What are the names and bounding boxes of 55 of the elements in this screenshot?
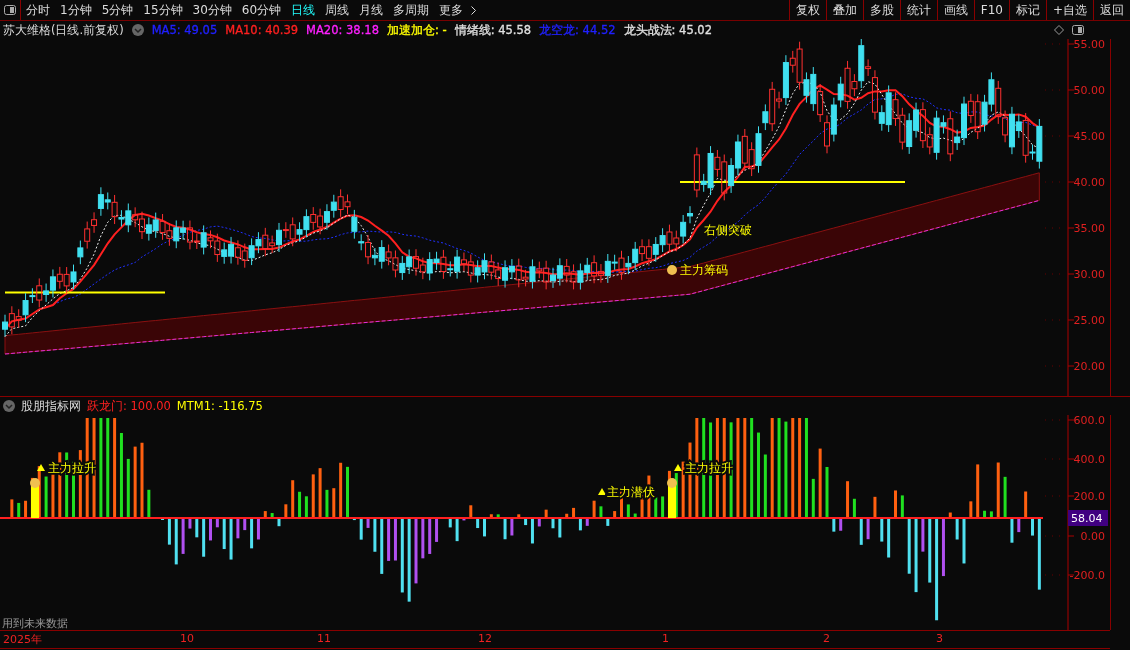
axis-label: -200.0 xyxy=(1069,569,1105,582)
indicator-title: 股朋指标网 xyxy=(21,398,81,414)
toolbar-button[interactable]: 统计 xyxy=(899,0,937,20)
period-tab[interactable]: 15分钟 xyxy=(138,0,188,20)
axis-label: 50.00 xyxy=(1073,84,1105,97)
date-label: 2 xyxy=(823,632,830,645)
stock-title: 苏大维格(日线.前复权) xyxy=(3,22,124,38)
indicator-value: 跃龙门: 100.00 xyxy=(87,398,171,414)
indicator-value: 龙头战法: 45.02 xyxy=(623,22,712,38)
more-menu[interactable]: 更多 xyxy=(434,1,469,19)
axis-label: 45.00 xyxy=(1073,130,1105,143)
period-tab[interactable]: 60分钟 xyxy=(236,0,287,20)
indicator-value: 加速加仓: - xyxy=(386,22,447,38)
period-tab[interactable]: 日线 xyxy=(286,0,321,20)
annotation-label: 主力筹码 xyxy=(680,263,728,277)
period-tab[interactable]: 月线 xyxy=(354,0,389,20)
toolbar-button[interactable]: 复权 xyxy=(788,0,826,20)
indicator-value: 情绪线: 45.58 xyxy=(454,22,532,38)
period-tab[interactable]: 分时 xyxy=(21,0,55,20)
toolbar-button[interactable]: 多股 xyxy=(862,0,900,20)
indicator-value: MA5: 49.05 xyxy=(151,23,218,37)
date-label: 1 xyxy=(662,632,669,645)
axis-label: 35.00 xyxy=(1073,222,1105,235)
future-data-note: 用到未来数据 xyxy=(2,617,68,630)
axis-label: 30.00 xyxy=(1073,268,1105,281)
axis-label: 400.0 xyxy=(1073,453,1105,466)
axis-label: 200.0 xyxy=(1073,490,1105,503)
axis-label: 600.0 xyxy=(1073,415,1105,427)
period-tab[interactable]: 30分钟 xyxy=(187,0,237,20)
date-label: 11 xyxy=(317,632,331,645)
date-label: 12 xyxy=(478,632,492,645)
axis-label: 20.00 xyxy=(1073,360,1105,373)
toolbar-button[interactable]: +自选 xyxy=(1045,0,1093,20)
toolbar-button[interactable]: 画线 xyxy=(936,0,974,20)
toolbar-button[interactable]: 叠加 xyxy=(825,0,863,20)
toolbar-button[interactable]: 返回 xyxy=(1093,0,1130,20)
period-tab[interactable]: 周线 xyxy=(320,0,355,20)
period-tab[interactable]: 5分钟 xyxy=(96,0,139,20)
axis-label: 55.00 xyxy=(1073,39,1105,51)
indicator-value: 龙空龙: 44.52 xyxy=(539,22,616,38)
indicator-value: MA20: 38.18 xyxy=(306,23,379,37)
toolbar-button[interactable]: F10 xyxy=(973,0,1009,20)
axis-label: 25.00 xyxy=(1073,314,1105,327)
period-tab[interactable]: 1分钟 xyxy=(55,0,97,20)
indicator-value: MTM1: -116.75 xyxy=(176,399,263,413)
date-label: 2025年 xyxy=(3,632,42,647)
date-label: 3 xyxy=(936,632,943,645)
toolbar-button[interactable]: 标记 xyxy=(1008,0,1046,20)
annotation-label: 右侧突破 xyxy=(704,223,752,237)
axis-label: 40.00 xyxy=(1073,176,1105,189)
period-tab[interactable]: 多周期 xyxy=(388,0,435,20)
current-value-tag: 58.04 xyxy=(1068,510,1108,526)
indicator-value: MA10: 40.39 xyxy=(225,23,299,37)
axis-label: 0.00 xyxy=(1080,530,1105,543)
date-label: 10 xyxy=(180,632,194,645)
